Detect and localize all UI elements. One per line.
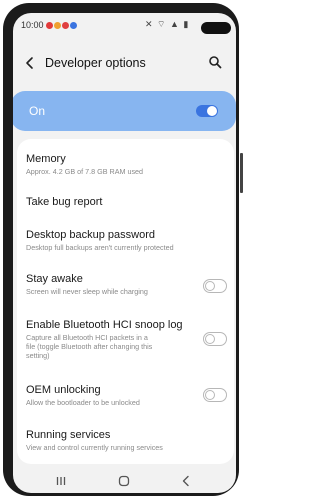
item-title: Memory — [26, 153, 66, 165]
list-item-oem-unlocking[interactable]: OEM unlocking Allow the bootloader to be… — [26, 384, 226, 407]
item-title: OEM unlocking — [26, 384, 101, 396]
status-bar: 10:00 ✕ ⌔ ▲ ▮ — [13, 19, 236, 33]
item-subtitle: Allow the bootloader to be unlocked — [26, 398, 140, 407]
recent-apps-icon[interactable] — [54, 474, 68, 488]
item-subtitle: Desktop full backups aren't currently pr… — [26, 243, 174, 252]
notification-icon — [54, 22, 61, 30]
item-title: Running services — [26, 429, 111, 441]
screen: 10:00 ✕ ⌔ ▲ ▮ Developer options On Memor… — [13, 13, 236, 493]
phone-frame: 10:00 ✕ ⌔ ▲ ▮ Developer options On Memor… — [3, 3, 243, 496]
item-title: Take bug report — [26, 196, 103, 208]
settings-list: Memory Approx. 4.2 GB of 7.8 GB RAM used… — [17, 139, 234, 464]
list-item-bluetooth-hci-snoop-log[interactable]: Enable Bluetooth HCI snoop log Capture a… — [26, 319, 226, 360]
status-app-icons — [46, 20, 86, 30]
status-time: 10:00 — [21, 20, 44, 30]
system-status-icons: ✕ ⌔ ▲ ▮ — [145, 19, 190, 29]
toggle-knob — [207, 106, 217, 116]
notification-icon — [46, 22, 53, 30]
app-header: Developer options — [13, 43, 236, 83]
toggle-knob — [205, 281, 215, 291]
back-arrow-icon[interactable] — [23, 56, 37, 70]
page-title: Developer options — [45, 56, 146, 70]
toggle-knob — [205, 390, 215, 400]
item-subtitle: Approx. 4.2 GB of 7.8 GB RAM used — [26, 167, 144, 176]
search-icon[interactable] — [208, 55, 222, 69]
home-icon[interactable] — [117, 474, 131, 488]
master-toggle[interactable] — [196, 105, 218, 117]
master-switch-label: On — [29, 104, 46, 118]
item-subtitle-line: file (toggle Bluetooth after changing th… — [26, 342, 153, 351]
navigation-bar — [13, 468, 236, 493]
item-title: Desktop backup password — [26, 229, 156, 241]
side-button — [240, 153, 243, 193]
list-item-memory[interactable]: Memory Approx. 4.2 GB of 7.8 GB RAM used — [26, 153, 226, 176]
bluetooth-hci-toggle[interactable] — [203, 332, 227, 346]
list-item-stay-awake[interactable]: Stay awake Screen will never sleep while… — [26, 273, 226, 296]
list-item-take-bug-report[interactable]: Take bug report — [26, 196, 226, 209]
notification-icon — [70, 22, 77, 30]
item-subtitle: View and control currently running servi… — [26, 443, 163, 452]
toggle-knob — [205, 334, 215, 344]
item-title: Stay awake — [26, 273, 83, 285]
list-item-desktop-backup-password[interactable]: Desktop backup password Desktop full bac… — [26, 229, 226, 252]
back-nav-icon[interactable] — [179, 474, 193, 488]
master-switch-row[interactable]: On — [13, 91, 236, 131]
item-subtitle-line: setting) — [26, 351, 50, 360]
item-subtitle: Screen will never sleep while charging — [26, 287, 148, 296]
notification-icon — [62, 22, 69, 30]
stay-awake-toggle[interactable] — [203, 279, 227, 293]
oem-unlocking-toggle[interactable] — [203, 388, 227, 402]
list-item-running-services[interactable]: Running services View and control curren… — [26, 429, 226, 452]
item-title: Enable Bluetooth HCI snoop log — [26, 319, 183, 331]
item-subtitle-line: Capture all Bluetooth HCI packets in a — [26, 333, 148, 342]
